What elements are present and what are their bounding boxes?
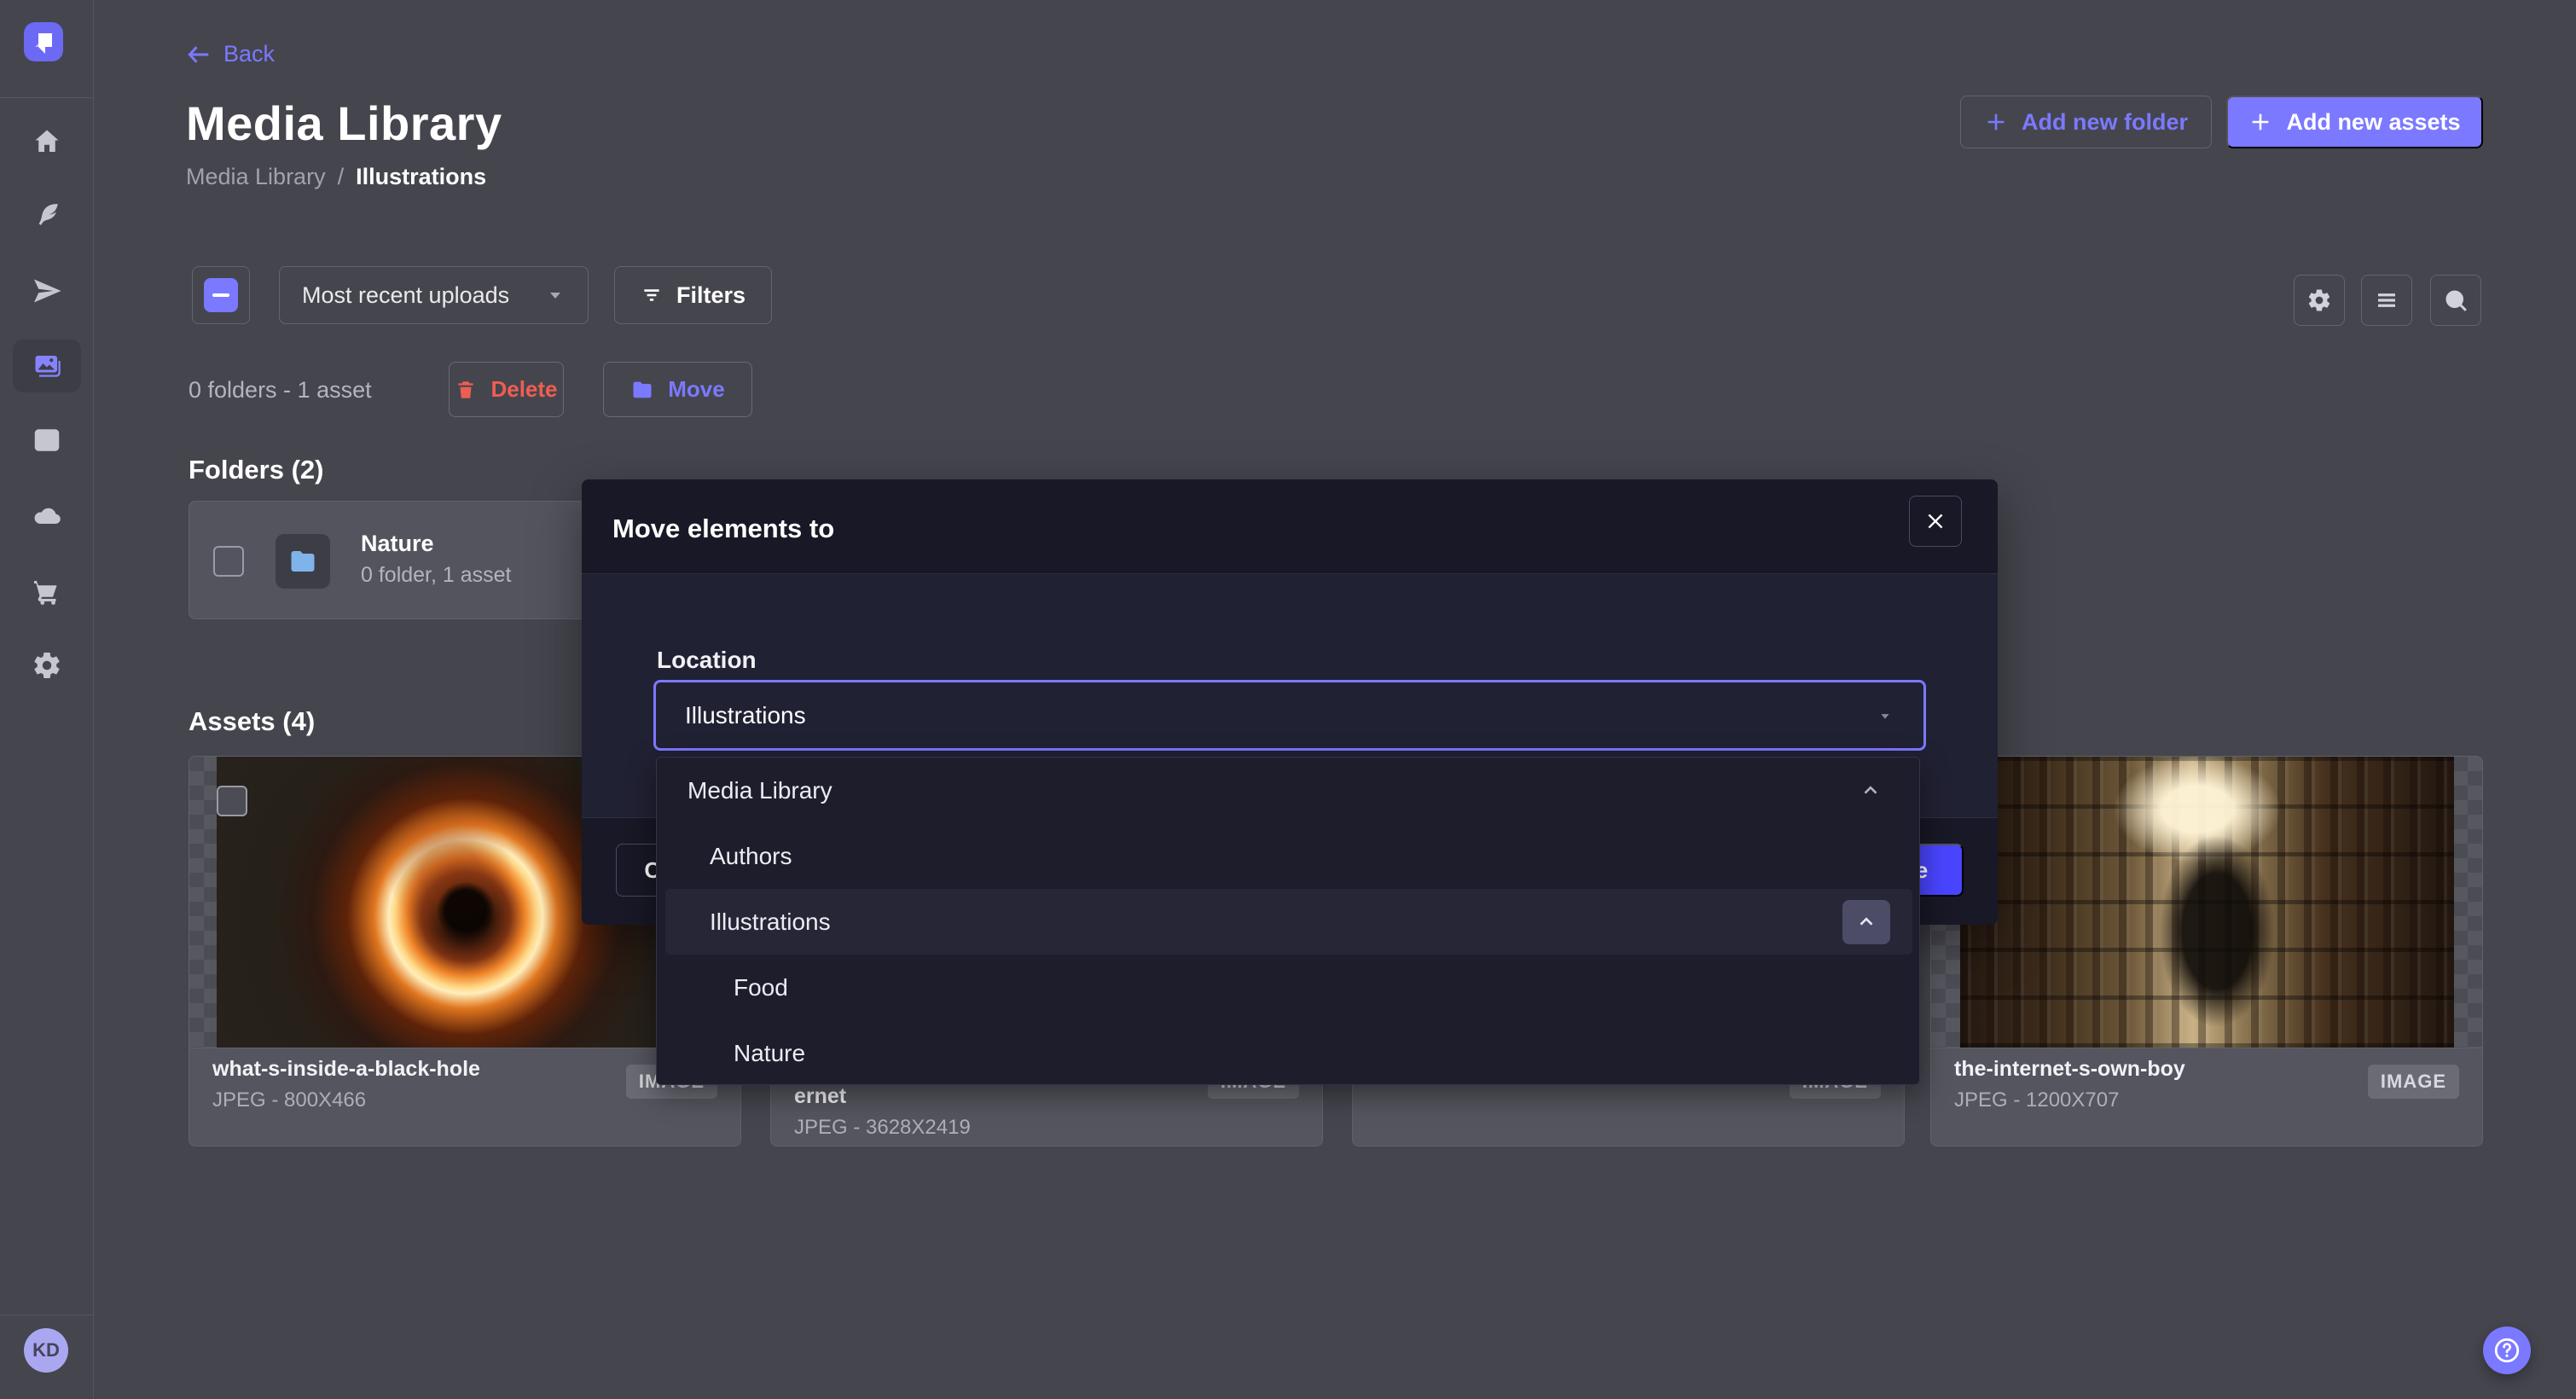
location-value: Illustrations [685, 702, 806, 729]
add-new-folder-button[interactable]: Add new folder [1960, 96, 2212, 148]
asset-card[interactable]: the-internet-s-own-boy JPEG - 1200X707 I… [1930, 756, 2483, 1146]
dropdown-option-authors[interactable]: Authors [657, 823, 1919, 889]
checkbox-indeterminate [204, 278, 238, 312]
media-library-icon [32, 351, 62, 381]
settings-icon [2306, 287, 2332, 313]
media-settings-button[interactable] [2294, 275, 2345, 326]
sidebar-item-marketplace[interactable] [0, 565, 94, 618]
sidebar-item-content-manager[interactable] [0, 414, 94, 467]
trash-icon [455, 379, 477, 401]
close-button[interactable] [1909, 496, 1962, 547]
sidebar-item-settings[interactable] [0, 639, 94, 692]
asset-footer: the-internet-s-own-boy JPEG - 1200X707 I… [1931, 1048, 2482, 1146]
page-title: Media Library [186, 96, 502, 151]
plus-icon [2248, 110, 2272, 134]
paper-plane-icon [32, 276, 62, 306]
folder-icon [287, 546, 318, 577]
chevron-up-icon[interactable] [1859, 780, 1882, 802]
asset-checkbox[interactable] [217, 786, 247, 816]
cart-icon [32, 576, 62, 607]
dropdown-option-media-library[interactable]: Media Library [657, 758, 1919, 823]
chevron-down-icon [545, 285, 566, 305]
plus-icon [1984, 110, 2008, 134]
folders-heading: Folders (2) [189, 455, 323, 485]
arrow-left-icon [186, 42, 212, 67]
breadcrumb-parent[interactable]: Media Library [186, 164, 326, 189]
filters-button[interactable]: Filters [614, 266, 772, 324]
chevron-up-icon [1855, 911, 1877, 933]
sort-select[interactable]: Most recent uploads [279, 266, 589, 324]
dropdown-option-food[interactable]: Food [657, 955, 1919, 1020]
sidebar-divider [0, 97, 94, 98]
move-button[interactable]: Move [603, 362, 752, 417]
dropdown-option-illustrations[interactable]: Illustrations [665, 889, 1912, 955]
strapi-logo-icon[interactable] [24, 22, 63, 61]
asset-image-area [1931, 757, 2482, 1048]
folder-icon [630, 378, 654, 402]
assets-heading: Assets (4) [189, 706, 315, 737]
filter-icon [641, 284, 663, 306]
folder-checkbox[interactable] [213, 546, 244, 577]
add-new-assets-button[interactable]: Add new assets [2226, 96, 2483, 148]
asset-type-badge: IMAGE [2368, 1065, 2459, 1099]
folder-title[interactable]: Nature [361, 531, 434, 557]
folder-subtitle: 0 folder, 1 asset [361, 563, 512, 588]
layout-icon [32, 425, 62, 456]
select-all-checkbox[interactable] [192, 266, 250, 324]
sidebar-item-home[interactable] [0, 115, 94, 168]
location-label: Location [657, 647, 757, 674]
asset-meta: JPEG - 3628X2419 [794, 1116, 1322, 1140]
modal-title: Move elements to [612, 514, 834, 544]
breadcrumb-current: Illustrations [356, 164, 486, 189]
question-mark-icon [2492, 1336, 2521, 1365]
sidebar-item-media-library[interactable] [0, 340, 94, 392]
home-icon [32, 126, 62, 157]
feather-icon [32, 200, 62, 230]
avatar[interactable]: KD [24, 1328, 68, 1373]
back-label: Back [223, 41, 275, 67]
gear-icon [32, 650, 62, 681]
close-icon [1924, 510, 1947, 532]
back-link[interactable]: Back [186, 41, 275, 67]
delete-button[interactable]: Delete [449, 362, 564, 417]
help-button[interactable] [2483, 1326, 2531, 1374]
sidebar: KD [0, 0, 94, 1399]
list-view-button[interactable] [2361, 275, 2412, 326]
dropdown-option-nature[interactable]: Nature [657, 1020, 1919, 1086]
folder-tile [276, 534, 330, 589]
chevron-down-icon [1876, 706, 1894, 725]
cloud-icon [32, 501, 62, 531]
modal-header: Move elements to [582, 479, 1998, 574]
sidebar-item-deploy[interactable] [0, 264, 94, 317]
collapse-children-button[interactable] [1842, 900, 1890, 944]
breadcrumb: Media Library/Illustrations [186, 164, 486, 190]
sidebar-item-cloud[interactable] [0, 490, 94, 543]
search-button[interactable] [2430, 275, 2481, 326]
location-combobox[interactable]: Illustrations [653, 680, 1926, 751]
selection-count: 0 folders - 1 asset [189, 377, 372, 403]
search-icon [2443, 287, 2469, 313]
asset-image-library [1960, 757, 2454, 1048]
list-icon [2374, 287, 2399, 313]
sidebar-item-content-builder[interactable] [0, 189, 94, 241]
location-dropdown: Media Library Authors Illustrations Food… [656, 757, 1920, 1085]
